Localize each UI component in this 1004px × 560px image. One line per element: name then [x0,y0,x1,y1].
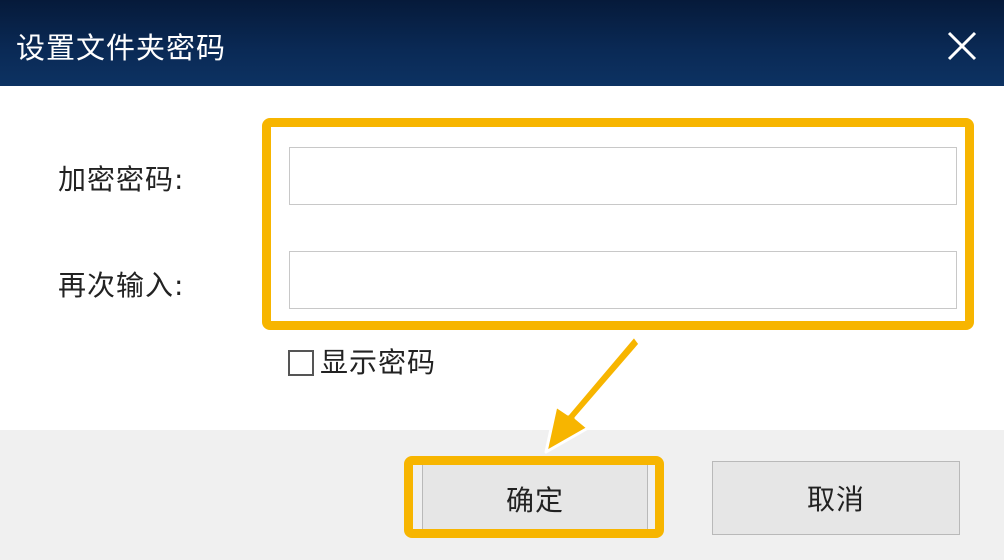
close-icon [947,31,977,61]
ok-button[interactable]: 确定 [422,463,648,535]
confirm-password-label: 再次输入: [58,269,185,302]
title-bar: 设置文件夹密码 [0,0,1004,86]
inputs-highlight-box [262,118,974,330]
close-button[interactable] [942,26,982,66]
show-password-label: 显示密码 [320,346,437,379]
window-title: 设置文件夹密码 [16,31,227,65]
password-label: 加密密码: [58,163,185,196]
show-password-toggle[interactable]: 显示密码 [288,346,436,380]
show-password-checkbox[interactable] [288,350,314,376]
set-folder-password-dialog: 设置文件夹密码 加密密码: 再次输入: 显示密码 确定 取消 [0,0,1004,560]
cancel-button[interactable]: 取消 [712,461,960,535]
